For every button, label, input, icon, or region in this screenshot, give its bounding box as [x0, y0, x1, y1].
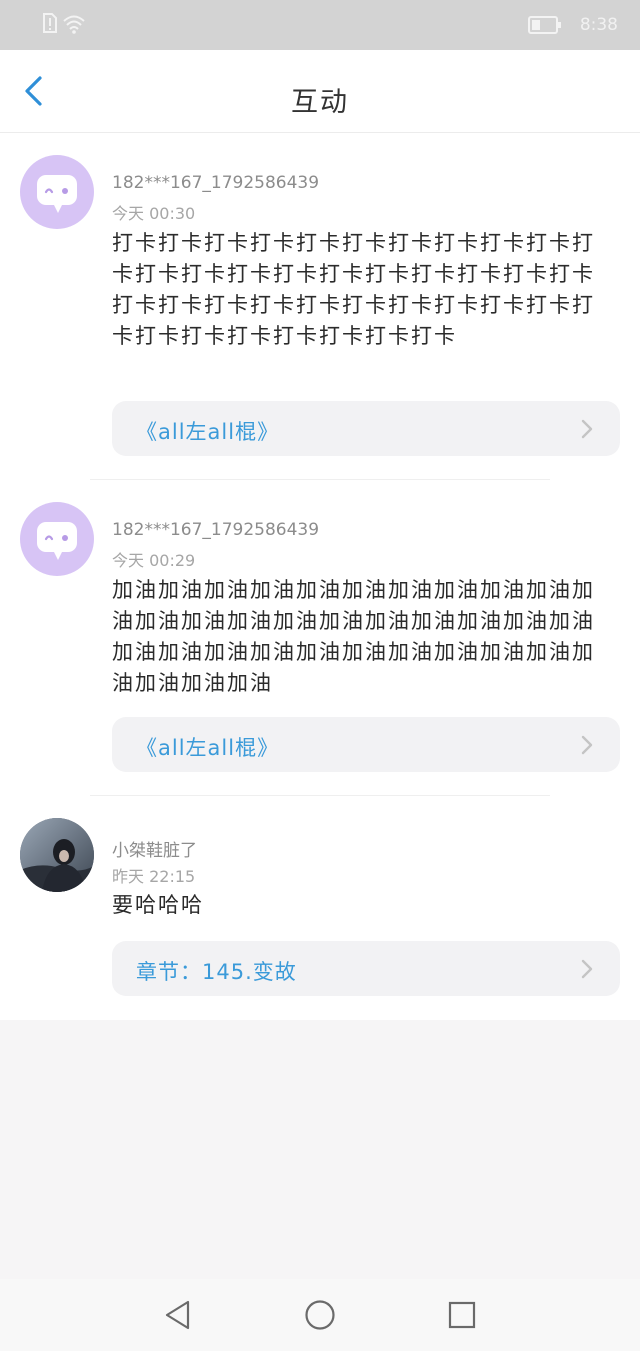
divider: [90, 479, 550, 480]
reference-title: 《all左all棍》: [136, 736, 280, 760]
circle-home-icon[interactable]: [304, 1299, 336, 1331]
username[interactable]: 小桀鞋脏了: [112, 836, 197, 861]
comment-text: 打卡打卡打卡打卡打卡打卡打卡打卡打卡打卡打卡打卡打卡打卡打卡打卡打卡打卡打卡打卡…: [112, 231, 595, 348]
triangle-back-icon[interactable]: [162, 1299, 194, 1331]
wifi-icon: [63, 15, 85, 34]
app-header: 互动: [0, 50, 640, 133]
photo-avatar-image: [20, 818, 94, 892]
square-recent-icon[interactable]: [446, 1299, 478, 1331]
interaction-feed: 182***167_1792586439 今天 00:30 打卡打卡打卡打卡打卡…: [0, 133, 640, 1020]
timestamp: 昨天 22:15: [112, 867, 196, 886]
reference-card[interactable]: 《all左all棍》: [112, 401, 620, 456]
avatar[interactable]: [20, 818, 94, 892]
avatar[interactable]: [20, 155, 94, 229]
reference-title: 《all左all棍》: [136, 420, 280, 444]
timestamp: 今天 00:30: [112, 204, 196, 223]
chevron-right-icon: [581, 419, 593, 439]
reference-card[interactable]: 章节：145.变故: [112, 941, 620, 996]
divider: [90, 795, 550, 796]
chevron-right-icon: [581, 959, 593, 979]
page-title: 互动: [291, 87, 349, 118]
reference-title: 章节：145.变故: [136, 960, 297, 984]
clock-time: 8:38: [579, 15, 618, 35]
username[interactable]: 182***167_1792586439: [112, 173, 319, 193]
reference-card[interactable]: 《all左all棍》: [112, 717, 620, 772]
chat-bubble-icon: [37, 175, 77, 213]
battery-icon: [528, 16, 561, 34]
timestamp: 今天 00:29: [112, 551, 196, 570]
username[interactable]: 182***167_1792586439: [112, 520, 319, 540]
system-nav-bar: [0, 1279, 640, 1351]
status-bar: 8:38: [0, 0, 640, 50]
avatar[interactable]: [20, 502, 94, 576]
comment-text: 加油加油加油加油加油加油加油加油加油加油加油加油加油加油加油加油加油加油加油加油…: [112, 578, 595, 695]
comment-text: 要哈哈哈: [112, 893, 204, 917]
sim-alert-icon: [43, 13, 57, 33]
chevron-right-icon: [581, 735, 593, 755]
chat-bubble-icon: [37, 522, 77, 560]
